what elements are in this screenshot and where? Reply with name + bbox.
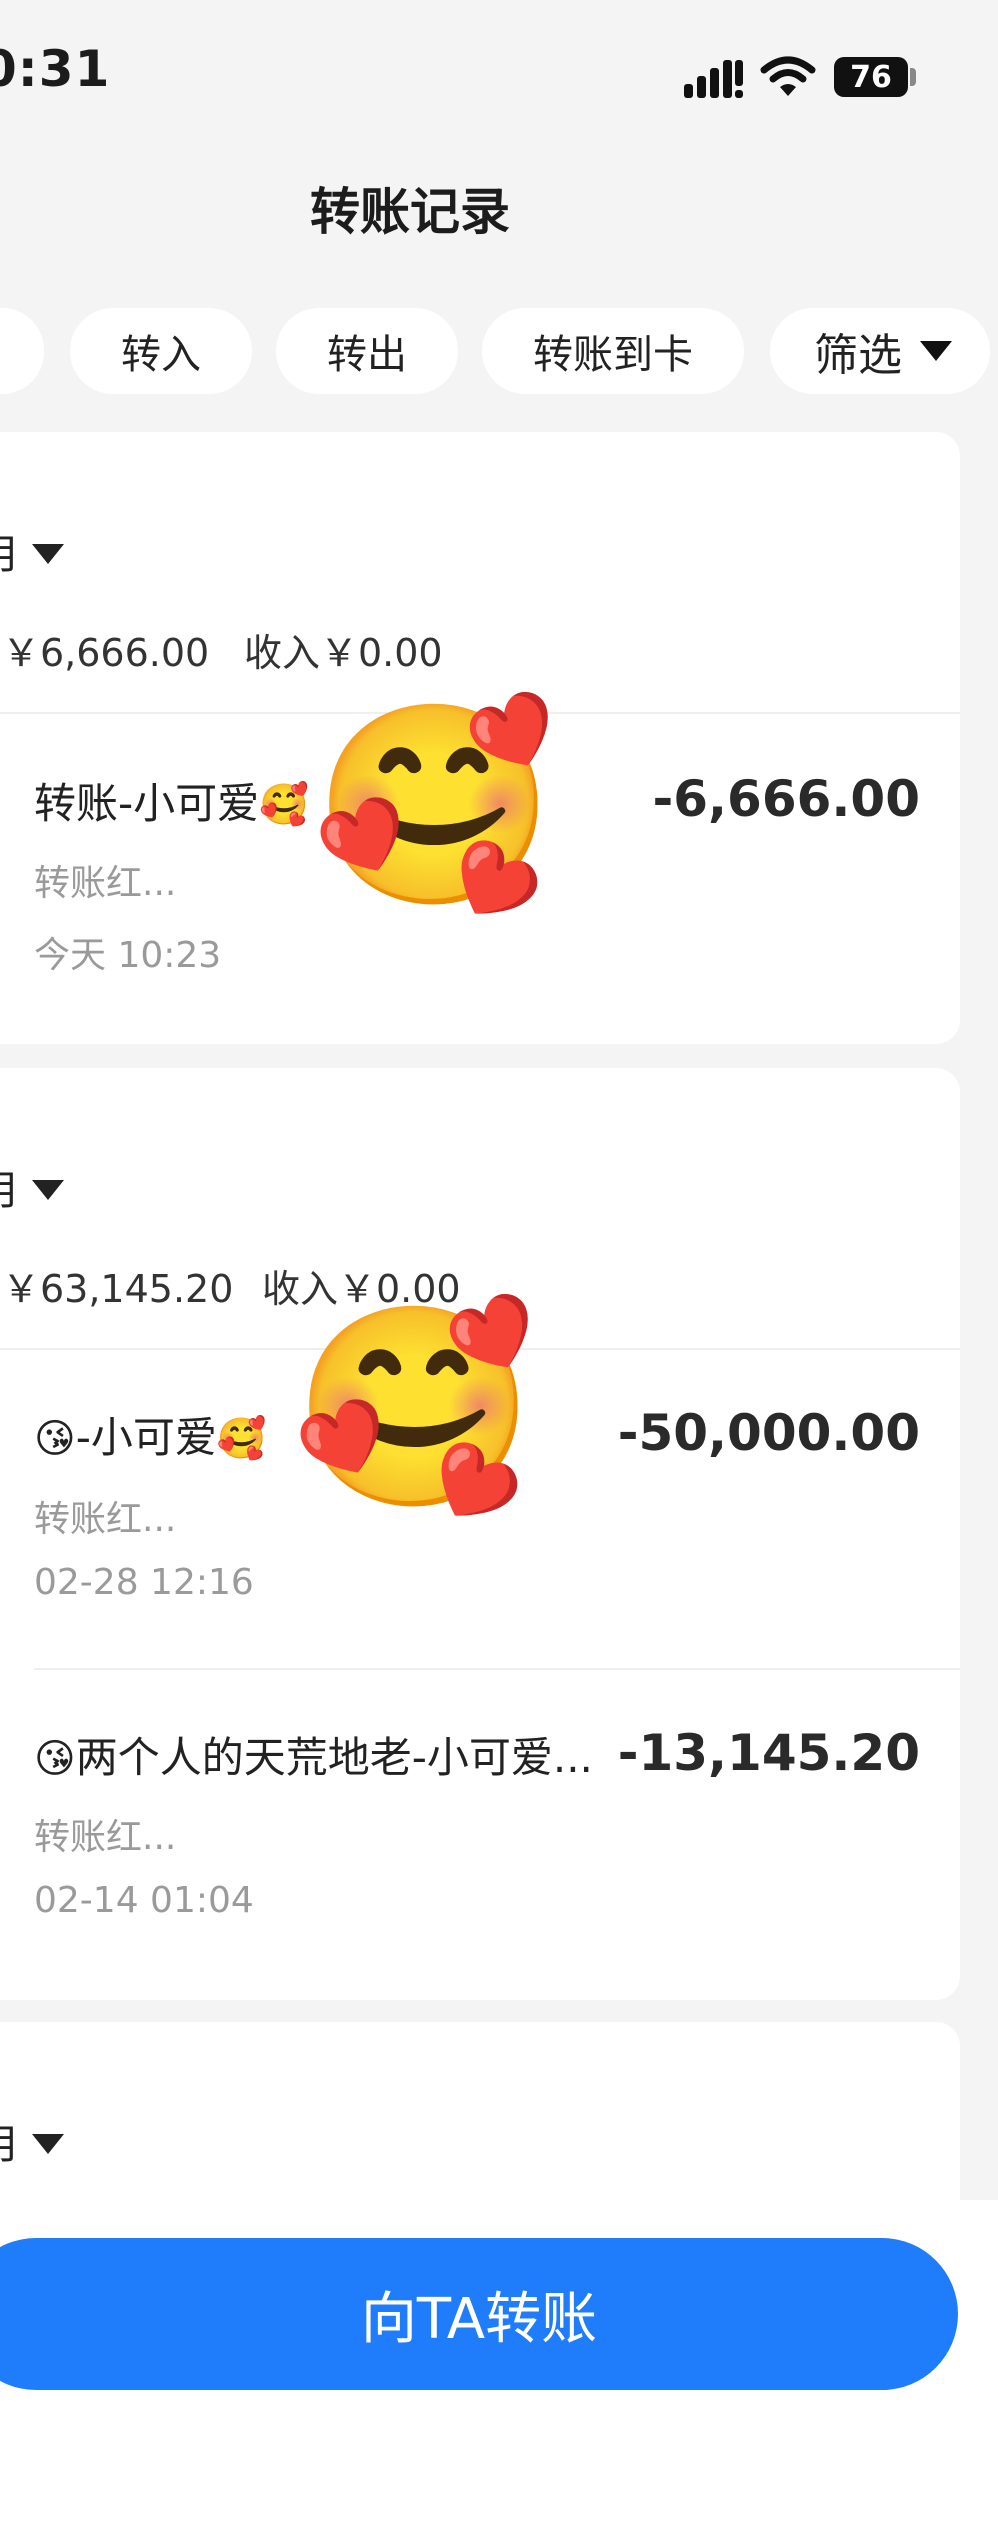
transaction-time: 02-28 12:16: [34, 1562, 254, 1603]
status-time: 0:31: [0, 40, 111, 98]
transaction-title[interactable]: 😘-小可爱🥰: [34, 1404, 267, 1465]
filter-chip-to-card[interactable]: 转账到卡: [482, 308, 744, 394]
transaction-amount: -13,145.20: [617, 1724, 920, 1782]
kiss-emoji: 😘: [34, 1736, 76, 1782]
filter-chip-incoming[interactable]: 转入: [70, 308, 252, 394]
caret-down-icon[interactable]: [32, 1180, 64, 1200]
smiling-hearts-emoji: 🥰: [292, 1294, 537, 1522]
wifi-icon: [760, 56, 816, 96]
expense-summary: ￥63,145.20: [2, 1267, 234, 1311]
transaction-amount: -50,000.00: [617, 1404, 920, 1462]
divider: [34, 1668, 960, 1670]
filter-label: 筛选: [814, 330, 902, 381]
transaction-subtitle: 转账红...: [34, 1499, 177, 1540]
smiling-hearts-emoji: 🥰: [259, 782, 309, 828]
filter-chip-outgoing[interactable]: 转出: [276, 308, 458, 394]
page-title: 转账记录: [310, 183, 510, 241]
caret-down-icon[interactable]: [32, 544, 64, 564]
transaction-subtitle: 转账红...: [34, 863, 177, 904]
expense-summary: ￥6,666.00: [2, 631, 210, 675]
cellular-signal-icon: [684, 60, 743, 98]
caret-down-icon: [920, 341, 952, 361]
kiss-emoji: 😘: [34, 1416, 76, 1462]
transaction-amount: -6,666.00: [652, 770, 920, 828]
transaction-title[interactable]: 转账-小可爱🥰: [34, 770, 309, 831]
income-summary: 收入￥0.00: [244, 631, 443, 675]
filter-button[interactable]: 筛选: [770, 308, 990, 394]
transaction-time: 今天 10:23: [34, 935, 222, 976]
month-label[interactable]: 月: [0, 522, 20, 580]
smiling-hearts-emoji: 🥰: [216, 1416, 267, 1462]
transaction-subtitle: 转账红...: [34, 1817, 177, 1858]
battery-tip: [910, 68, 916, 86]
month-label[interactable]: 月: [0, 1158, 20, 1216]
send-transfer-button[interactable]: 向TA转账: [0, 2238, 958, 2390]
battery-indicator: 76: [834, 57, 908, 97]
transaction-title[interactable]: 😘两个人的天荒地老-小可爱...: [34, 1724, 593, 1785]
transaction-time: 02-14 01:04: [34, 1880, 254, 1921]
smiling-hearts-emoji: 🥰: [312, 692, 557, 920]
month-label[interactable]: 月: [0, 2112, 20, 2170]
filter-chip-all[interactable]: [0, 308, 44, 394]
caret-down-icon[interactable]: [32, 2134, 64, 2154]
